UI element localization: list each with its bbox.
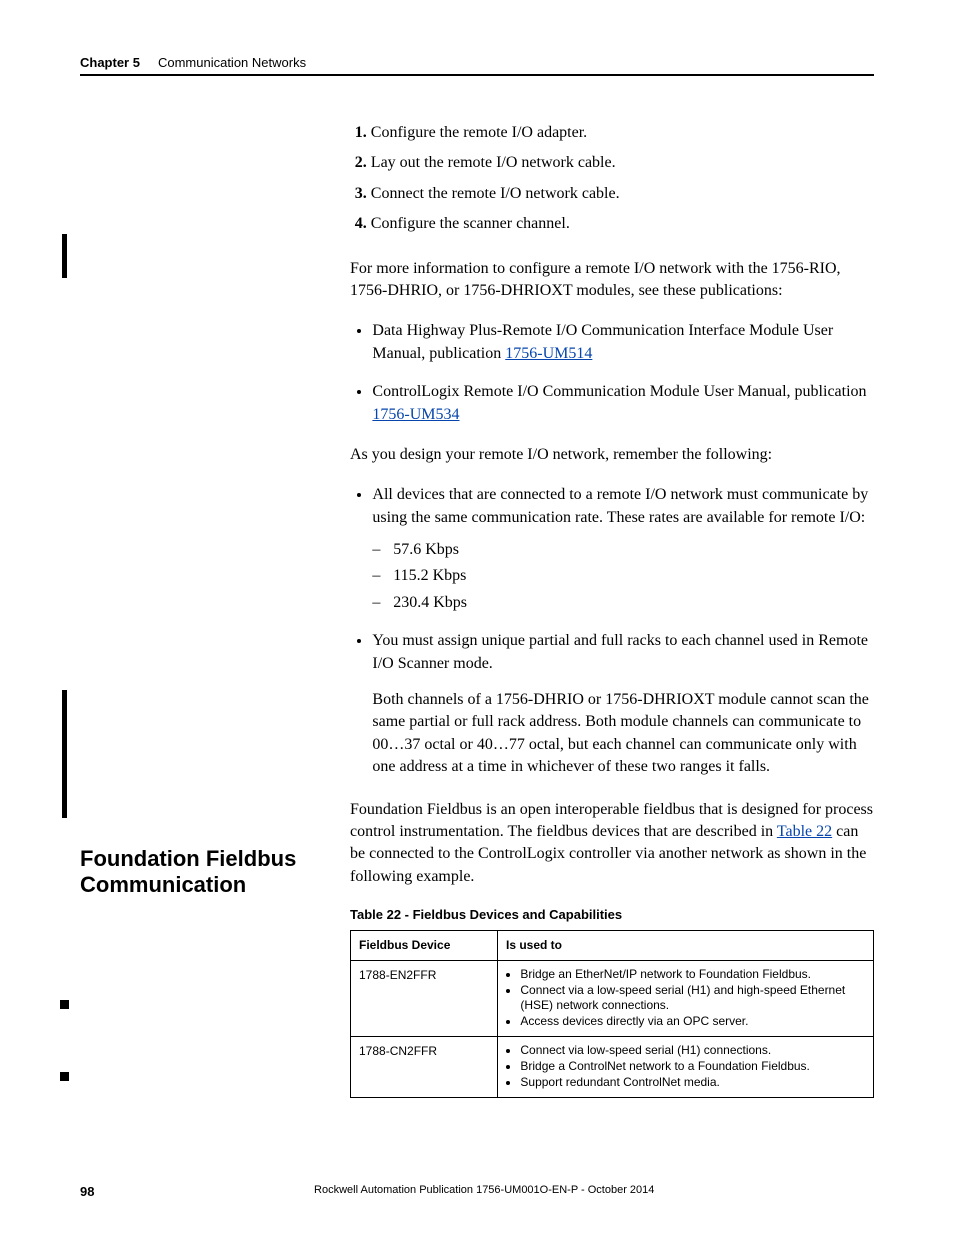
- table-row: 1788-EN2FFR Bridge an EtherNet/IP networ…: [351, 961, 874, 1037]
- publication-link[interactable]: 1756-UM514: [505, 345, 592, 362]
- change-marker-icon: [60, 1000, 69, 1009]
- publication-link[interactable]: 1756-UM534: [372, 406, 459, 423]
- publication-info: Rockwell Automation Publication 1756-UM0…: [94, 1184, 874, 1199]
- list-text: Data Highway Plus-Remote I/O Communicati…: [372, 322, 833, 361]
- usage-item: Bridge a ControlNet network to a Foundat…: [520, 1059, 865, 1074]
- table-header: Fieldbus Device: [351, 931, 498, 961]
- usage-item: Connect via a low-speed serial (H1) and …: [520, 983, 865, 1013]
- list-item: ControlLogix Remote I/O Communication Mo…: [372, 381, 874, 426]
- rate-list: 57.6 Kbps 115.2 Kbps 230.4 Kbps: [372, 539, 874, 614]
- usage-cell: Connect via low-speed serial (H1) connec…: [498, 1037, 874, 1098]
- list-text: ControlLogix Remote I/O Communication Mo…: [372, 383, 866, 400]
- list-item: All devices that are connected to a remo…: [372, 484, 874, 614]
- list-text: All devices that are connected to a remo…: [372, 486, 868, 525]
- table-link[interactable]: Table 22: [777, 823, 832, 840]
- usage-cell: Bridge an EtherNet/IP network to Foundat…: [498, 961, 874, 1037]
- chapter-label: Chapter 5: [80, 55, 140, 70]
- design-list: All devices that are connected to a remo…: [350, 484, 874, 778]
- usage-item: Access devices directly via an OPC serve…: [520, 1014, 865, 1029]
- rate-item: 115.2 Kbps: [393, 565, 874, 587]
- table-header: Is used to: [498, 931, 874, 961]
- list-paragraph: Both channels of a 1756-DHRIO or 1756-DH…: [372, 689, 874, 779]
- usage-item: Support redundant ControlNet media.: [520, 1075, 865, 1090]
- body-paragraph: As you design your remote I/O network, r…: [350, 444, 874, 466]
- step-list: Configure the remote I/O adapter. Lay ou…: [350, 122, 874, 236]
- table-caption: Table 22 - Fieldbus Devices and Capabili…: [350, 906, 874, 924]
- usage-item: Bridge an EtherNet/IP network to Foundat…: [520, 967, 865, 982]
- table-header-row: Fieldbus Device Is used to: [351, 931, 874, 961]
- step-item: Configure the remote I/O adapter.: [371, 122, 874, 144]
- change-bar-icon: [62, 690, 67, 818]
- rate-item: 230.4 Kbps: [393, 592, 874, 614]
- step-item: Lay out the remote I/O network cable.: [371, 152, 874, 174]
- change-bar-icon: [62, 234, 67, 278]
- fieldbus-table: Fieldbus Device Is used to 1788-EN2FFR B…: [350, 930, 874, 1098]
- usage-item: Connect via low-speed serial (H1) connec…: [520, 1043, 865, 1058]
- page-number: 98: [80, 1184, 94, 1199]
- page-footer: 98 Rockwell Automation Publication 1756-…: [80, 1184, 874, 1199]
- list-item: You must assign unique partial and full …: [372, 630, 874, 778]
- device-cell: 1788-CN2FFR: [351, 1037, 498, 1098]
- change-marker-icon: [60, 1072, 69, 1081]
- step-item: Connect the remote I/O network cable.: [371, 183, 874, 205]
- list-text: You must assign unique partial and full …: [372, 632, 868, 671]
- table-row: 1788-CN2FFR Connect via low-speed serial…: [351, 1037, 874, 1098]
- chapter-name: Communication Networks: [158, 55, 306, 70]
- page-header: Chapter 5 Communication Networks: [80, 55, 874, 76]
- content-column: Configure the remote I/O adapter. Lay ou…: [350, 122, 874, 779]
- step-item: Configure the scanner channel.: [371, 213, 874, 235]
- section-content: Foundation Fieldbus is an open interoper…: [350, 799, 874, 1099]
- body-paragraph: For more information to configure a remo…: [350, 258, 874, 303]
- section-heading: Foundation Fieldbus Communication: [80, 846, 300, 899]
- publication-list: Data Highway Plus-Remote I/O Communicati…: [350, 320, 874, 426]
- body-paragraph: Foundation Fieldbus is an open interoper…: [350, 799, 874, 889]
- device-cell: 1788-EN2FFR: [351, 961, 498, 1037]
- page: Chapter 5 Communication Networks Configu…: [0, 0, 954, 1235]
- list-item: Data Highway Plus-Remote I/O Communicati…: [372, 320, 874, 365]
- rate-item: 57.6 Kbps: [393, 539, 874, 561]
